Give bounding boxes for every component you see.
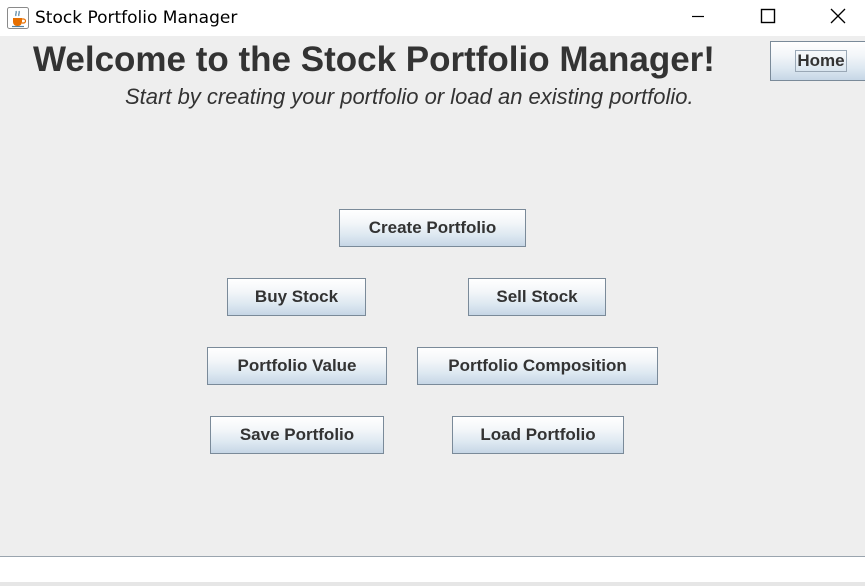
maximize-icon bbox=[760, 8, 776, 28]
home-button-label: Home bbox=[795, 50, 847, 72]
window-bottom-edge bbox=[0, 582, 865, 586]
buy-stock-button[interactable]: Buy Stock bbox=[227, 278, 366, 316]
status-field bbox=[0, 557, 865, 582]
close-button[interactable] bbox=[810, 0, 865, 36]
window-titlebar[interactable]: Stock Portfolio Manager bbox=[0, 0, 865, 36]
close-icon bbox=[829, 7, 847, 29]
minimize-icon bbox=[690, 8, 706, 28]
welcome-subtitle: Start by creating your portfolio or load… bbox=[125, 84, 694, 109]
main-panel: Welcome to the Stock Portfolio Manager! … bbox=[0, 36, 865, 556]
minimize-button[interactable] bbox=[670, 0, 726, 36]
portfolio-value-button[interactable]: Portfolio Value bbox=[207, 347, 387, 385]
portfolio-composition-button[interactable]: Portfolio Composition bbox=[417, 347, 658, 385]
load-portfolio-button[interactable]: Load Portfolio bbox=[452, 416, 624, 454]
save-portfolio-button[interactable]: Save Portfolio bbox=[210, 416, 384, 454]
create-portfolio-button[interactable]: Create Portfolio bbox=[339, 209, 526, 247]
maximize-button[interactable] bbox=[740, 0, 796, 36]
window-title: Stock Portfolio Manager bbox=[35, 8, 238, 28]
home-button[interactable]: Home bbox=[770, 41, 865, 81]
java-cup-icon bbox=[7, 7, 29, 29]
sell-stock-button[interactable]: Sell Stock bbox=[468, 278, 606, 316]
welcome-heading: Welcome to the Stock Portfolio Manager! bbox=[33, 40, 715, 79]
